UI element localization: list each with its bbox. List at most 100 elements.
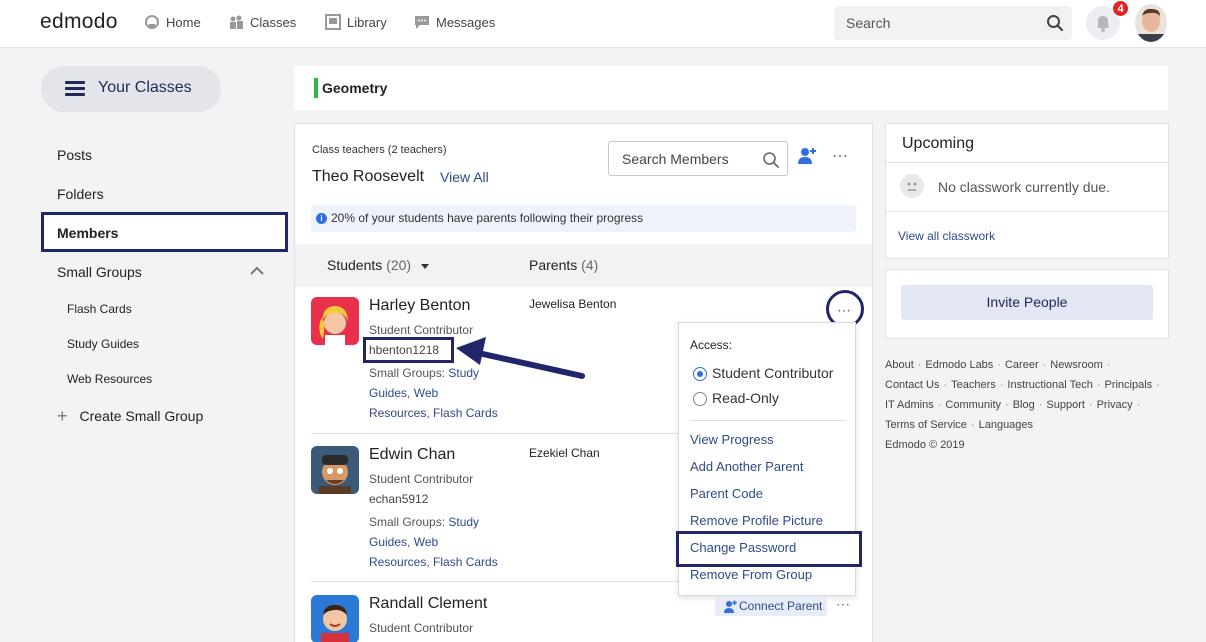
class-color-marker <box>314 78 318 98</box>
student-avatar[interactable] <box>311 595 359 642</box>
create-small-group-link[interactable]: + Create Small Group <box>57 406 204 426</box>
nav-library[interactable]: Library <box>325 14 387 30</box>
footer-link[interactable]: Contact Us <box>885 379 939 391</box>
sidebar-item-small-groups[interactable]: Small Groups <box>57 264 142 280</box>
teacher-name[interactable]: Theo Roosevelt <box>312 168 424 186</box>
tab-students[interactable]: Students (20) <box>327 257 429 273</box>
upcoming-title: Upcoming <box>902 135 975 152</box>
home-icon <box>145 15 159 29</box>
student-username: echan5912 <box>369 492 429 506</box>
notification-count-badge: 4 <box>1112 0 1129 17</box>
search-icon[interactable] <box>1046 14 1064 32</box>
footer-link[interactable]: Blog <box>1013 399 1035 411</box>
small-groups-label: Small Groups: <box>369 366 446 380</box>
empty-face-icon <box>900 174 924 198</box>
annotation-arrow-icon <box>456 337 585 379</box>
tab-parents-count: (4) <box>581 257 599 273</box>
footer-links: About · Edmodo Labs · Career · Newsroom · Conta… <box>885 355 1175 455</box>
student-name[interactable]: Edwin Chan <box>369 446 455 464</box>
radio-student-contributor[interactable] <box>693 367 707 381</box>
class-name[interactable]: Geometry <box>322 80 387 96</box>
nav-home-label: Home <box>166 14 201 30</box>
more-options-icon[interactable]: ⋯ <box>836 596 851 613</box>
create-small-group-label: Create Small Group <box>79 408 204 424</box>
footer-link[interactable]: Privacy <box>1097 399 1133 411</box>
class-title-bar: Geometry <box>294 66 1168 110</box>
access-label: Access: <box>690 338 733 352</box>
footer-link[interactable]: Instructional Tech <box>1007 379 1092 391</box>
footer-link[interactable]: Support <box>1046 399 1085 411</box>
global-search-placeholder: Search <box>846 15 891 31</box>
footer-link[interactable]: Terms of Service <box>885 419 967 431</box>
sidebar-subitem-web-resources[interactable]: Web Resources <box>67 372 152 386</box>
footer-link[interactable]: IT Admins <box>885 399 934 411</box>
footer-link[interactable]: Newsroom <box>1050 359 1103 371</box>
view-all-teachers-link[interactable]: View All <box>440 169 489 185</box>
menu-item-remove-profile-picture[interactable]: Remove Profile Picture <box>690 513 823 528</box>
tab-parents-label: Parents <box>529 257 578 273</box>
menu-item-add-another-parent[interactable]: Add Another Parent <box>690 459 803 474</box>
group-link[interactable]: Flash Cards <box>433 555 498 569</box>
group-link[interactable]: Flash Cards <box>433 406 498 420</box>
menu-item-view-progress[interactable]: View Progress <box>690 432 774 447</box>
search-icon[interactable] <box>762 151 780 169</box>
invite-people-button[interactable]: Invite People <box>901 285 1153 320</box>
search-members-input[interactable]: Search Members <box>608 141 788 176</box>
student-name[interactable]: Randall Clement <box>369 595 487 613</box>
invite-card: Invite People <box>885 269 1169 339</box>
add-member-icon[interactable] <box>797 147 817 165</box>
edmodo-logo[interactable]: edmodo <box>40 10 118 34</box>
nav-home[interactable]: Home <box>144 14 201 30</box>
connect-parent-button[interactable]: Connect Parent <box>715 596 827 616</box>
menu-item-parent-code[interactable]: Parent Code <box>690 486 763 501</box>
student-avatar[interactable] <box>311 297 359 345</box>
more-options-icon[interactable]: ⋯ <box>832 146 849 166</box>
username-highlight <box>363 337 454 363</box>
your-classes-button[interactable]: Your Classes <box>41 66 221 112</box>
info-icon: i <box>316 213 327 224</box>
library-icon <box>325 14 341 30</box>
sidebar-item-members[interactable]: Members <box>57 225 118 241</box>
sidebar-subitem-study-guides[interactable]: Study Guides <box>67 337 139 351</box>
classes-icon <box>230 15 243 29</box>
top-navigation-bar: edmodo Home Classes Library Messages Sea… <box>0 0 1206 48</box>
parent-name[interactable]: Ezekiel Chan <box>529 446 600 460</box>
add-person-icon <box>724 600 737 613</box>
chevron-up-icon[interactable] <box>250 266 264 276</box>
nav-classes[interactable]: Classes <box>228 14 296 30</box>
sidebar-subitem-flash-cards[interactable]: Flash Cards <box>67 302 132 316</box>
menu-item-change-password[interactable]: Change Password <box>690 540 796 555</box>
radio-read-only-label[interactable]: Read-Only <box>712 390 779 406</box>
footer-link[interactable]: About <box>885 359 914 371</box>
nav-messages[interactable]: Messages <box>414 14 495 30</box>
tab-students-label: Students <box>327 257 383 273</box>
student-avatar[interactable] <box>311 446 359 494</box>
menu-item-remove-from-group[interactable]: Remove From Group <box>690 567 812 582</box>
footer-link[interactable]: Community <box>945 399 1001 411</box>
footer-link[interactable]: Edmodo Labs <box>925 359 993 371</box>
footer-link[interactable]: Principals <box>1104 379 1152 391</box>
caret-down-icon <box>420 263 429 269</box>
parents-info-text: 20% of your students have parents follow… <box>331 211 644 225</box>
sidebar-item-folders[interactable]: Folders <box>57 186 104 202</box>
divider <box>886 162 1168 163</box>
sidebar-item-posts[interactable]: Posts <box>57 147 92 163</box>
radio-student-contributor-label[interactable]: Student Contributor <box>712 365 833 381</box>
parents-info-banner: i 20% of your students have parents foll… <box>311 205 856 232</box>
footer-link[interactable]: Career <box>1005 359 1039 371</box>
upcoming-card: Upcoming No classwork currently due. Vie… <box>885 123 1169 259</box>
nav-messages-label: Messages <box>436 14 496 30</box>
radio-read-only[interactable] <box>693 392 707 406</box>
footer-link[interactable]: Languages <box>979 419 1033 431</box>
student-role: Student Contributor <box>369 472 474 486</box>
student-name[interactable]: Harley Benton <box>369 297 470 315</box>
global-search-input[interactable]: Search <box>834 6 1072 40</box>
plus-icon: + <box>57 406 68 426</box>
footer-link[interactable]: Teachers <box>951 379 996 391</box>
parent-name[interactable]: Jewelisa Benton <box>529 297 616 311</box>
messages-icon <box>415 16 429 29</box>
user-avatar[interactable] <box>1135 4 1167 42</box>
view-all-classwork-link[interactable]: View all classwork <box>898 229 995 243</box>
tab-parents[interactable]: Parents (4) <box>529 257 598 273</box>
student-role: Student Contributor <box>369 621 474 635</box>
